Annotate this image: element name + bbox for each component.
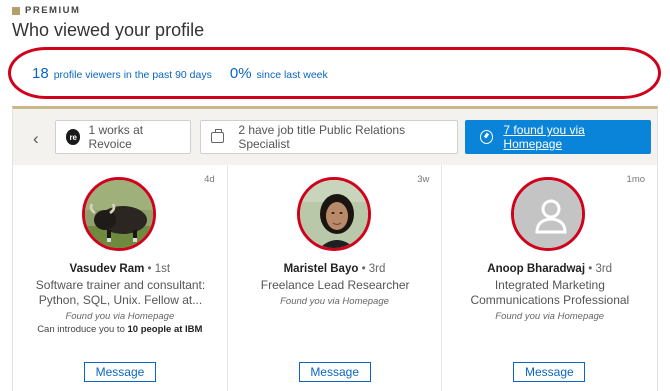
bison-photo-icon <box>85 180 153 248</box>
view-time: 3w <box>417 174 430 185</box>
viewer-name-line: Vasudev Ram • 1st <box>13 263 227 275</box>
found-via: Found you via Homepage <box>65 311 175 322</box>
viewer-cards: 4d Vasudev Ram • 1st Software trainer an… <box>13 165 657 391</box>
premium-label: PREMIUM <box>25 5 81 16</box>
filter-chip-job-title[interactable]: 2 have job title Public Relations Specia… <box>200 120 458 154</box>
filter-chip-homepage[interactable]: 7 found you via Homepage <box>465 120 651 154</box>
intro-prefix: Can introduce you to <box>37 324 128 335</box>
stats-row: 18 profile viewers in the past 90 days 0… <box>32 65 328 82</box>
viewer-headline: Freelance Lead Researcher <box>260 278 410 292</box>
viewer-name[interactable]: Maristel Bayo <box>284 263 359 275</box>
person-photo-icon <box>299 180 368 248</box>
intro-note: Can introduce you to 10 people at IBM <box>13 324 227 335</box>
viewer-card[interactable]: 1mo Anoop Bharadwaj • 3rd Integrated Mar… <box>442 165 657 391</box>
filter-bar: ‹ re 1 works at Revoice 2 have job title… <box>13 109 657 165</box>
connection-degree: • 1st <box>144 263 171 275</box>
filter-chip-job-title-label: 2 have job title Public Relations Specia… <box>238 123 406 151</box>
viewer-name-line: Maristel Bayo • 3rd <box>228 263 442 275</box>
viewers-label[interactable]: profile viewers in the past 90 days <box>54 69 212 81</box>
message-button[interactable]: Message <box>513 362 586 382</box>
avatar[interactable] <box>511 177 586 251</box>
viewer-name[interactable]: Vasudev Ram <box>70 263 145 275</box>
change-value: 0% <box>229 65 252 82</box>
filter-chip-company-label: 1 works at Revoice <box>88 123 144 151</box>
viewer-name[interactable]: Anoop Bharadwaj <box>487 263 585 275</box>
default-person-icon <box>514 180 583 248</box>
connection-degree: • 3rd <box>358 263 386 275</box>
viewer-card[interactable]: 3w Maristel Bayo • 3rd Freelance Lead Re… <box>228 165 443 391</box>
filter-chip-company[interactable]: re 1 works at Revoice <box>55 120 191 154</box>
revoice-logo-icon: re <box>66 129 81 145</box>
message-button[interactable]: Message <box>298 362 371 382</box>
viewer-name-line: Anoop Bharadwaj • 3rd <box>442 263 657 275</box>
connection-degree: • 3rd <box>585 263 613 275</box>
intro-count: 10 people at IBM <box>127 324 203 335</box>
viewers-panel: ‹ re 1 works at Revoice 2 have job title… <box>12 106 658 391</box>
chevron-left-icon[interactable]: ‹ <box>33 129 39 149</box>
filter-chip-homepage-label: 7 found you via Homepage <box>503 123 585 151</box>
avatar[interactable] <box>82 177 156 251</box>
viewer-card[interactable]: 4d Vasudev Ram • 1st Software trainer an… <box>13 165 228 391</box>
premium-icon <box>12 6 20 15</box>
found-via: Found you via Homepage <box>280 296 389 307</box>
premium-badge: PREMIUM <box>12 5 80 16</box>
view-time: 4d <box>204 174 215 185</box>
change-label: since last week <box>256 69 328 81</box>
page-title: Who viewed your profile <box>12 20 205 40</box>
viewer-headline: Software trainer and consultant: Python,… <box>35 278 206 307</box>
found-via: Found you via Homepage <box>495 311 605 322</box>
compass-icon <box>480 130 494 144</box>
viewers-count[interactable]: 18 <box>32 65 49 82</box>
viewer-headline: Integrated Marketing Communications Prof… <box>470 278 630 307</box>
avatar[interactable] <box>296 177 371 251</box>
message-button[interactable]: Message <box>84 362 156 382</box>
briefcase-icon <box>211 128 225 143</box>
view-time: 1mo <box>626 174 646 185</box>
